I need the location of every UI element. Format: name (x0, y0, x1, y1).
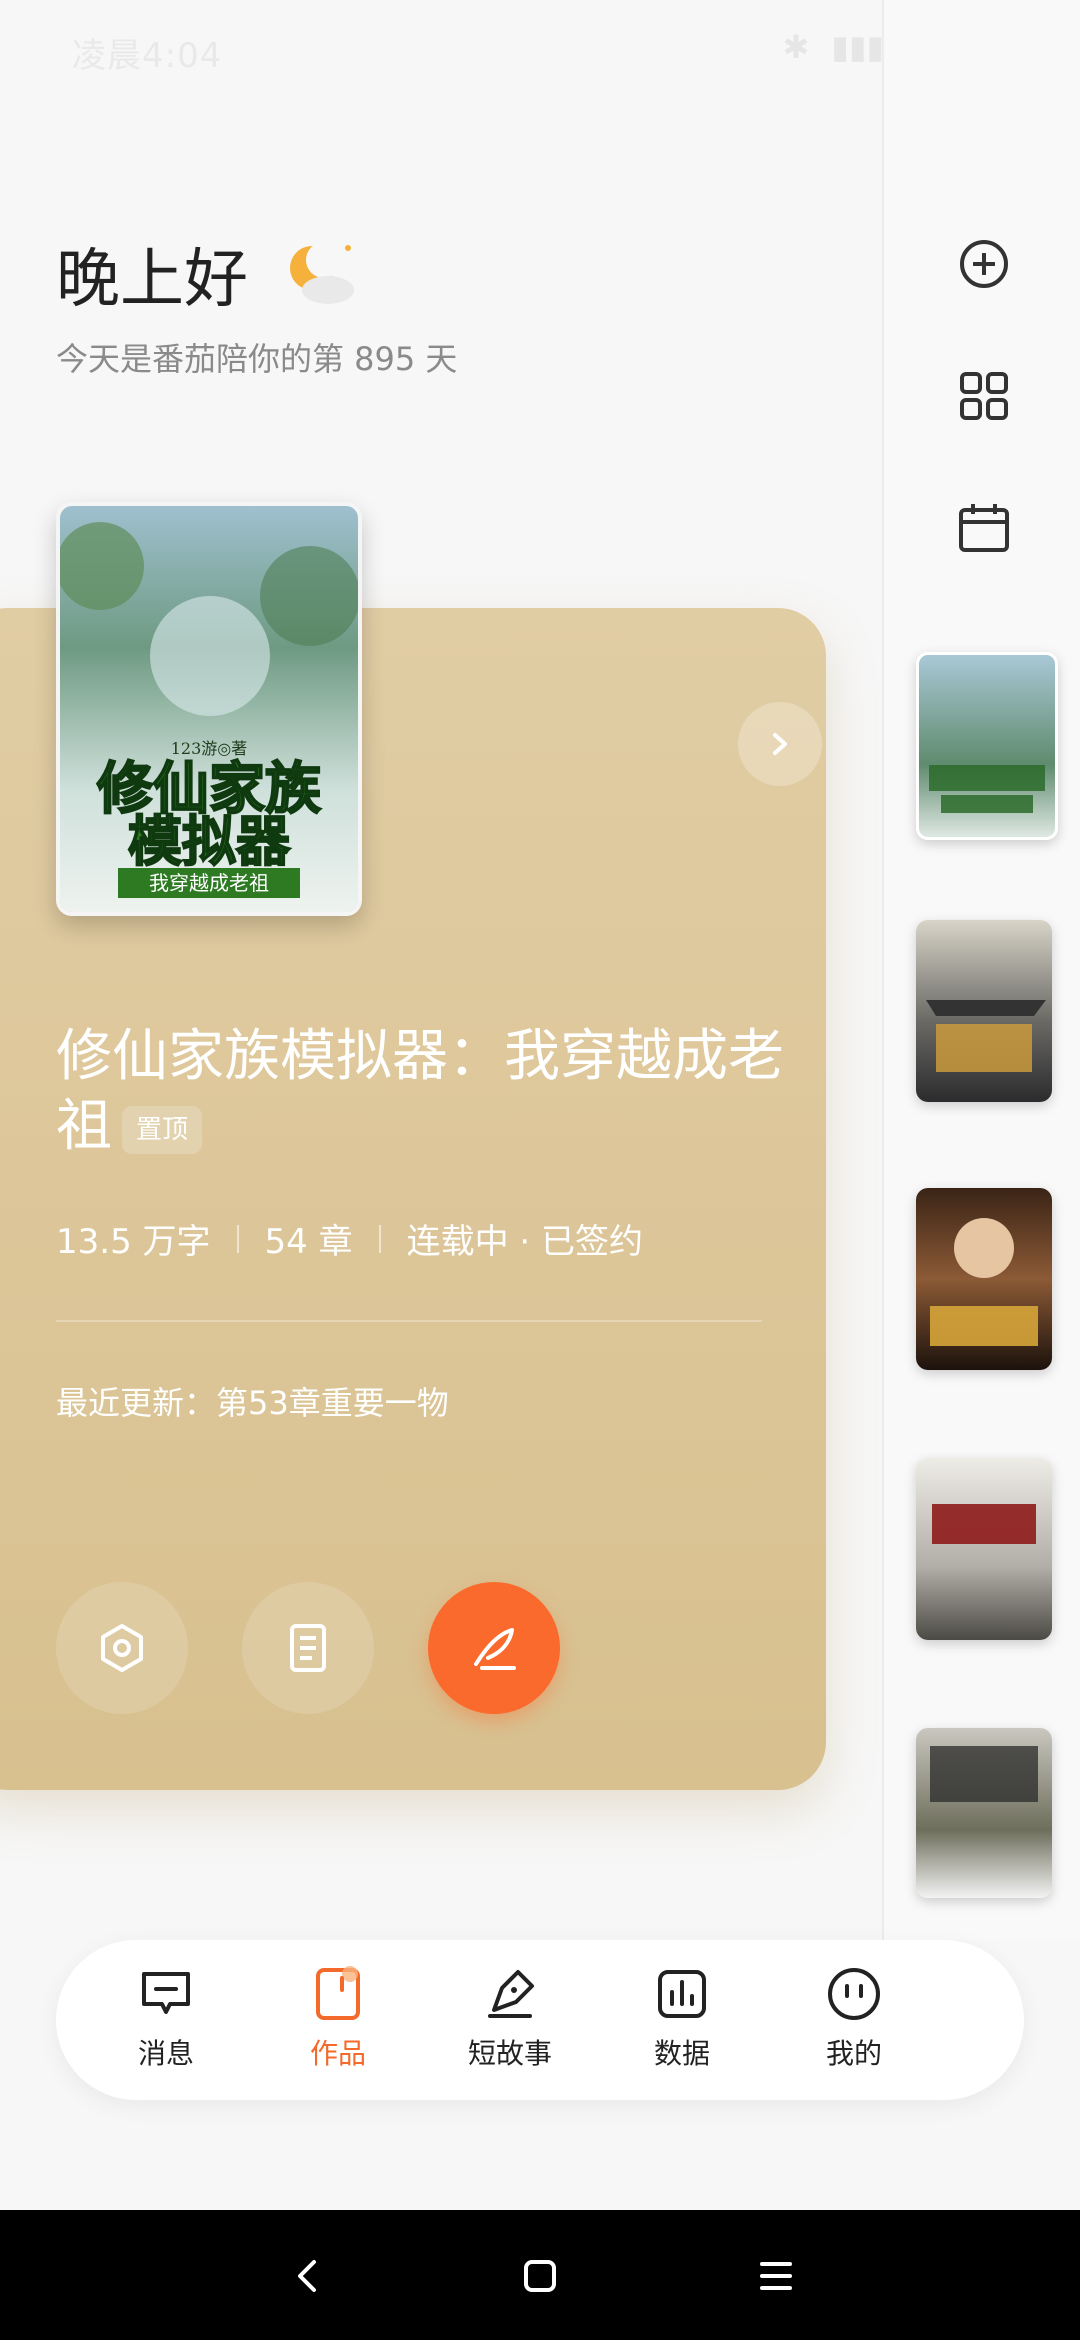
hexagon-settings-icon (101, 1624, 143, 1672)
system-nav-bar (0, 2210, 1080, 2340)
book-thumb-5[interactable] (916, 1728, 1052, 1898)
bluetooth-icon: ✱ (782, 28, 810, 66)
book-title[interactable]: 修仙家族模拟器：我穿越成老祖 置顶 (56, 1022, 796, 1162)
tab-messages[interactable]: 消息 (80, 1964, 252, 2084)
book-thumb-3-art (916, 1188, 1052, 1370)
settings-button[interactable] (56, 1582, 188, 1714)
tab-short-stories[interactable]: 短故事 (424, 1964, 596, 2084)
book-stats: 13.5 万字 54 章 连载中 · 已签约 (56, 1214, 643, 1263)
message-icon (142, 1972, 190, 2014)
book-side-rail (882, 0, 1080, 1940)
tab-data[interactable]: 数据 (596, 1964, 768, 2084)
book-thumb-1-art (919, 655, 1055, 837)
tab-works-label: 作品 (309, 2037, 366, 2070)
book-thumb-4[interactable] (916, 1458, 1052, 1640)
chapter-count: 54 章 (264, 1222, 353, 1262)
book-thumb-1[interactable] (916, 652, 1058, 840)
stats-separator (236, 1224, 239, 1253)
moon-cloud-icon (290, 242, 354, 304)
book-thumb-2[interactable] (916, 920, 1052, 1102)
book-thumb-2-art (916, 920, 1052, 1102)
calendar-icon[interactable] (956, 500, 1012, 556)
tab-profile[interactable]: 我的 (768, 1964, 940, 2084)
serial-status: 连载中 · 已签约 (406, 1222, 644, 1262)
card-divider (56, 1320, 762, 1322)
tab-short-stories-label: 短故事 (467, 2037, 552, 2070)
bottom-tab-bar: 消息 作品 短故事 数据 我的 (56, 1940, 1024, 2100)
greeting-title: 晚上好 (56, 243, 248, 317)
book-thumb-5-art (916, 1728, 1052, 1898)
book-thumb-3[interactable] (916, 1188, 1052, 1370)
stats-separator (378, 1224, 381, 1253)
pen-icon (488, 1970, 534, 2018)
menu-icon[interactable] (748, 2248, 804, 2304)
plus-circle-icon[interactable] (956, 236, 1012, 292)
back-icon[interactable] (280, 2248, 336, 2304)
works-icon (316, 1966, 360, 2020)
word-count: 13.5 万字 (56, 1222, 211, 1262)
book-cover-art: 123游◎著 修仙家族 模拟器 我穿越成老祖 (60, 506, 358, 912)
card-next-button[interactable] (738, 702, 822, 786)
tab-data-label: 数据 (653, 2037, 710, 2070)
pin-badge: 置顶 (122, 1105, 203, 1154)
write-button[interactable] (428, 1582, 560, 1714)
cover-title-line2: 模拟器 (128, 810, 291, 873)
quill-icon (474, 1628, 516, 1670)
chapter-list-button[interactable] (242, 1582, 374, 1714)
signal-icon: ▮▮▮ (831, 28, 885, 66)
profile-icon (828, 1968, 880, 2020)
book-cover[interactable]: 123游◎著 修仙家族 模拟器 我穿越成老祖 (56, 502, 362, 916)
chevron-right-icon (773, 733, 787, 755)
cover-author: 123游◎著 (171, 739, 248, 758)
book-thumb-4-art (916, 1458, 1052, 1640)
days-subtitle: 今天是番茄陪你的第 895 天 (56, 340, 458, 378)
latest-update[interactable]: 最近更新：第53章重要一物 (56, 1378, 449, 1424)
document-icon (290, 1624, 326, 1672)
cover-subtitle: 我穿越成老祖 (149, 871, 269, 895)
tab-messages-label: 消息 (137, 2037, 194, 2070)
tab-works[interactable]: 作品 (252, 1964, 424, 2084)
chart-icon (658, 1970, 706, 2018)
tab-profile-label: 我的 (825, 2037, 882, 2070)
grid-icon[interactable] (956, 368, 1012, 424)
status-time: 凌晨4:04 (72, 36, 223, 76)
home-icon[interactable] (512, 2248, 568, 2304)
